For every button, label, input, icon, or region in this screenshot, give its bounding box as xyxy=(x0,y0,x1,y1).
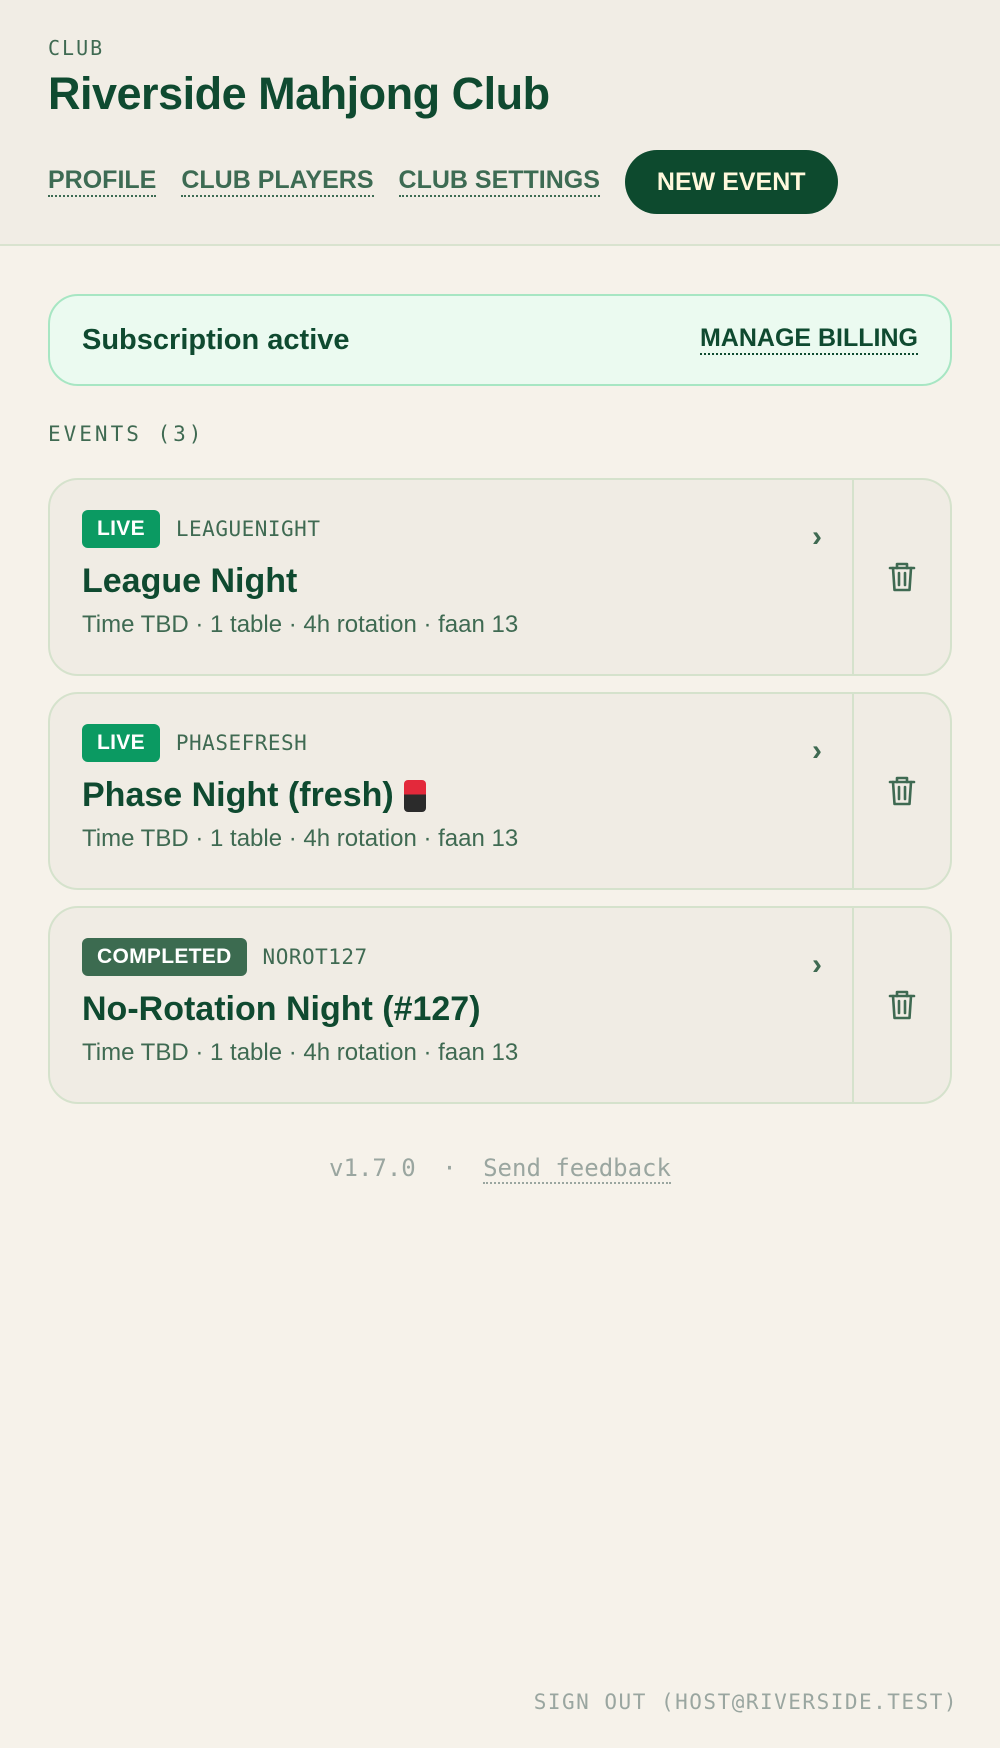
event-code: NOROT127 xyxy=(262,945,368,969)
status-badge: COMPLETED xyxy=(82,938,247,976)
page-title: Riverside Mahjong Club xyxy=(48,68,550,119)
event-card: LIVE PHASEFRESH Phase Night (fresh) Time… xyxy=(48,692,952,890)
version-label: v1.7.0 xyxy=(329,1154,416,1182)
page-header: CLUB Riverside Mahjong Club PROFILE CLUB… xyxy=(0,0,1000,246)
manage-billing-link[interactable]: MANAGE BILLING xyxy=(699,325,918,355)
delete-event-button[interactable] xyxy=(852,480,950,674)
event-name-text: League Night xyxy=(82,562,298,600)
trash-icon xyxy=(888,990,916,1020)
send-feedback-link[interactable]: Send feedback xyxy=(483,1154,671,1184)
new-event-button[interactable]: NEW EVENT xyxy=(624,150,838,214)
event-card: LIVE LEAGUENIGHT League Night Time TBD ·… xyxy=(48,478,952,676)
club-eyebrow: CLUB xyxy=(48,36,105,60)
event-meta: LIVE PHASEFRESH xyxy=(82,724,820,762)
chevron-right-icon: › xyxy=(812,734,822,767)
app-footer: v1.7.0 · Send feedback xyxy=(48,1154,952,1184)
mahjong-red-dragon-icon xyxy=(403,779,426,812)
event-open-area[interactable]: COMPLETED NOROT127 No-Rotation Night (#1… xyxy=(50,908,852,1102)
club-players-link[interactable]: CLUB PLAYERS xyxy=(181,166,374,198)
footer-separator: · xyxy=(442,1154,457,1182)
event-meta: COMPLETED NOROT127 xyxy=(82,938,820,976)
subscription-banner: Subscription active MANAGE BILLING xyxy=(48,294,952,386)
club-nav: PROFILE CLUB PLAYERS CLUB SETTINGS NEW E… xyxy=(48,150,952,214)
status-badge: LIVE xyxy=(82,724,160,762)
events-heading: EVENTS (3) xyxy=(48,422,205,446)
delete-event-button[interactable] xyxy=(852,694,950,888)
profile-link[interactable]: PROFILE xyxy=(48,166,157,198)
event-name-text: Phase Night (fresh) xyxy=(82,776,394,814)
status-badge: LIVE xyxy=(82,510,160,548)
event-details: Time TBD · 1 table · 4h rotation · faan … xyxy=(82,1039,519,1066)
sign-out-link[interactable]: SIGN OUT (HOST@RIVERSIDE.TEST) xyxy=(534,1690,958,1714)
event-name: Phase Night (fresh) xyxy=(82,776,820,815)
trash-icon xyxy=(888,562,916,592)
event-open-area[interactable]: LIVE LEAGUENIGHT League Night Time TBD ·… xyxy=(50,480,852,674)
main-content: Subscription active MANAGE BILLING EVENT… xyxy=(0,246,1000,1184)
event-name: No-Rotation Night (#127) xyxy=(82,990,820,1029)
delete-event-button[interactable] xyxy=(852,908,950,1102)
event-details: Time TBD · 1 table · 4h rotation · faan … xyxy=(82,825,519,852)
event-card: COMPLETED NOROT127 No-Rotation Night (#1… xyxy=(48,906,952,1104)
event-name: League Night xyxy=(82,562,820,601)
club-settings-link[interactable]: CLUB SETTINGS xyxy=(398,166,600,198)
event-code: LEAGUENIGHT xyxy=(175,517,321,541)
chevron-right-icon: › xyxy=(812,948,822,981)
chevron-right-icon: › xyxy=(812,520,822,553)
event-open-area[interactable]: LIVE PHASEFRESH Phase Night (fresh) Time… xyxy=(50,694,852,888)
event-details: Time TBD · 1 table · 4h rotation · faan … xyxy=(82,611,519,638)
trash-icon xyxy=(888,776,916,806)
event-meta: LIVE LEAGUENIGHT xyxy=(82,510,820,548)
event-name-text: No-Rotation Night (#127) xyxy=(82,990,481,1028)
event-code: PHASEFRESH xyxy=(175,731,308,755)
subscription-status: Subscription active xyxy=(82,323,350,356)
